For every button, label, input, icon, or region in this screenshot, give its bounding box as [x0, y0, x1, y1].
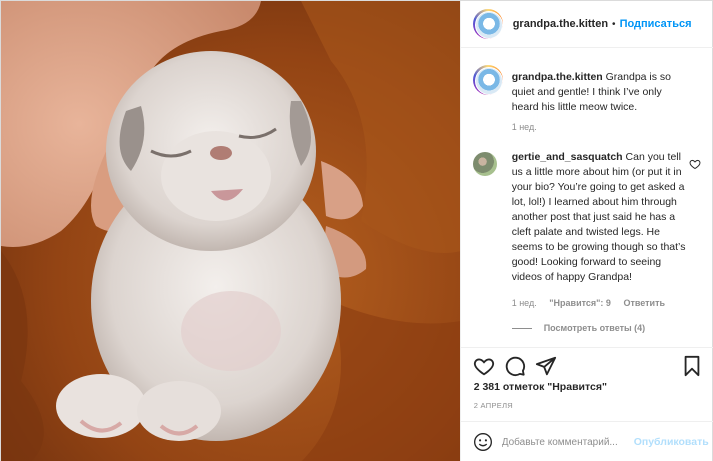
comment-heart-icon[interactable]	[689, 158, 701, 170]
share-icon[interactable]	[535, 355, 557, 377]
comment-item: gertie_and_sasquatch Can you tell us a l…	[472, 150, 707, 332]
post-date[interactable]: 2 АПРЕЛЯ	[474, 401, 513, 410]
comment-avatar[interactable]	[472, 152, 497, 176]
emoji-icon[interactable]	[473, 432, 493, 452]
header-separator: •	[612, 18, 616, 30]
comment-body: gertie_and_sasquatch Can you tell us a l…	[512, 150, 687, 285]
comment-icon[interactable]	[504, 355, 526, 377]
comment-text: Can you tell us a little more about him …	[511, 151, 686, 283]
publish-button[interactable]: Опубликовать	[634, 436, 709, 448]
instagram-post: grandpa.the.kitten • Подписаться grandpa…	[0, 0, 713, 461]
reply-button[interactable]: Ответить	[623, 298, 665, 308]
comment-meta: 1 нед. "Нравится": 9 Ответить	[512, 298, 675, 308]
view-replies-button[interactable]: Посмотреть ответы (4)	[511, 323, 646, 333]
caption-item: grandpa.the.kitten Grandpa is so quiet a…	[472, 65, 707, 155]
view-replies-label: Посмотреть ответы (4)	[543, 323, 646, 333]
comments-list[interactable]: grandpa.the.kitten Grandpa is so quiet a…	[461, 48, 713, 348]
post-actions	[460, 347, 713, 379]
replies-divider	[511, 327, 532, 329]
caption-avatar[interactable]	[472, 65, 503, 95]
comment-username[interactable]: gertie_and_sasquatch	[512, 151, 623, 163]
caption-username[interactable]: grandpa.the.kitten	[512, 71, 603, 83]
caption-time[interactable]: 1 нед.	[512, 122, 537, 132]
header-username[interactable]: grandpa.the.kitten	[513, 18, 608, 30]
caption-body: grandpa.the.kitten Grandpa is so quiet a…	[512, 70, 687, 115]
add-comment-bar: Опубликовать	[460, 421, 713, 461]
likes-count[interactable]: 2 381 отметок "Нравится"	[474, 381, 607, 393]
post-side-panel: grandpa.the.kitten • Подписаться grandpa…	[459, 1, 713, 461]
avatar[interactable]	[472, 9, 503, 39]
comment-time[interactable]: 1 нед.	[512, 298, 537, 308]
post-header: grandpa.the.kitten • Подписаться	[460, 1, 713, 48]
bookmark-icon[interactable]	[681, 355, 703, 377]
caption-meta: 1 нед.	[512, 122, 547, 132]
heart-icon[interactable]	[473, 355, 495, 377]
post-photo[interactable]	[1, 1, 460, 461]
comment-likes[interactable]: "Нравится": 9	[549, 298, 611, 308]
kitten-photo-illustration	[1, 1, 460, 461]
comment-input[interactable]	[501, 436, 632, 448]
follow-button[interactable]: Подписаться	[620, 18, 692, 30]
